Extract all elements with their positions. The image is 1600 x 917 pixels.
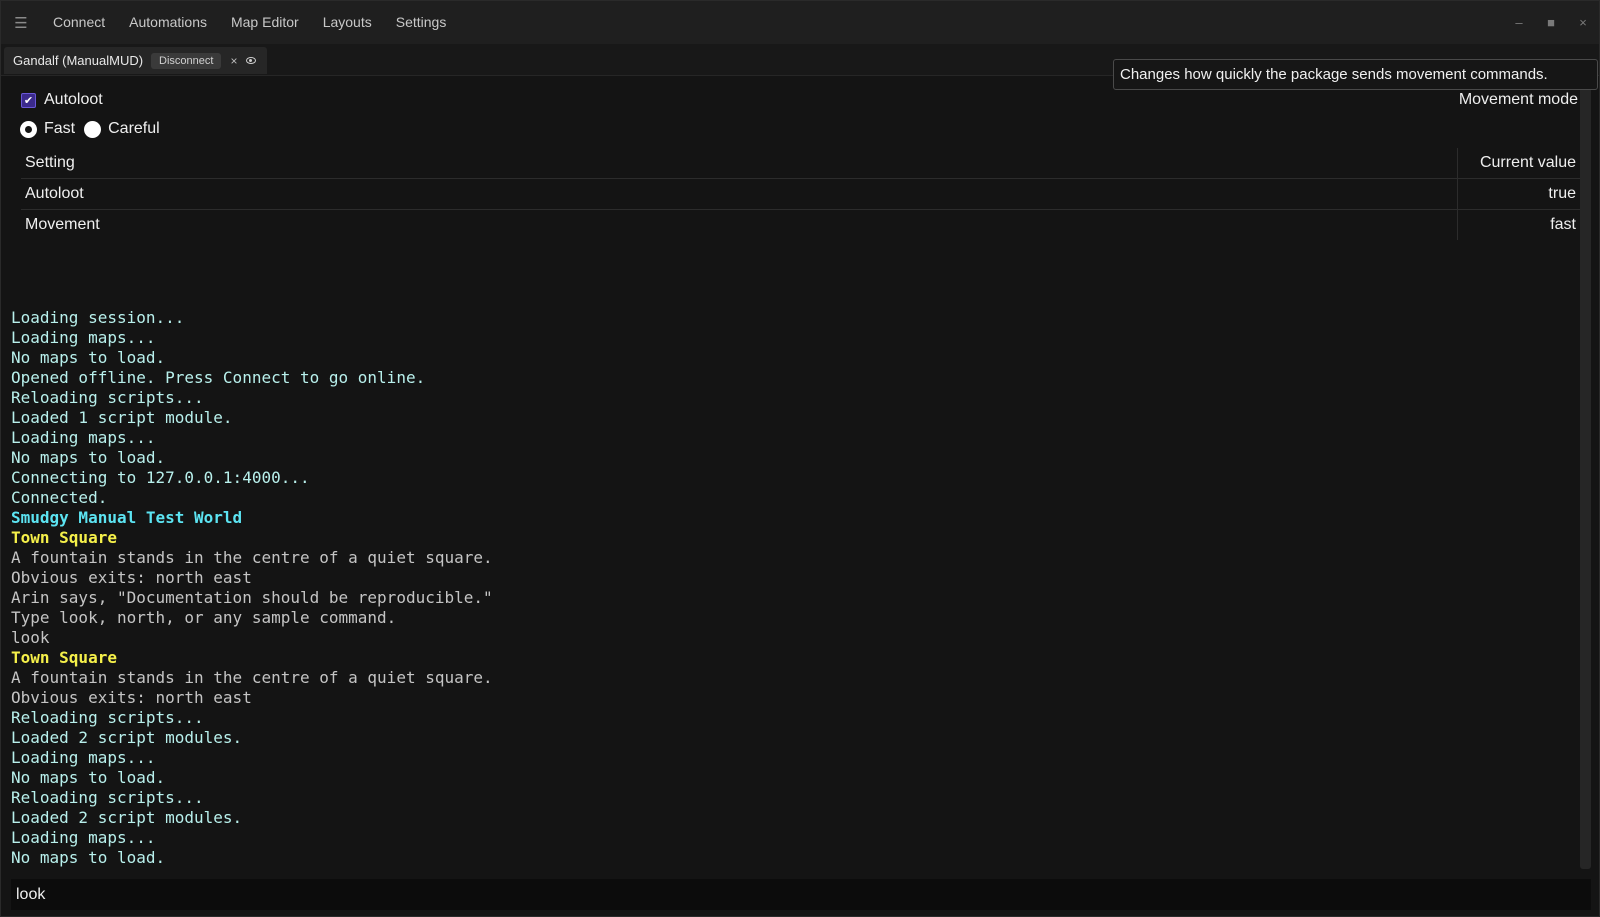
terminal-line: Obvious exits: north east bbox=[11, 688, 252, 707]
menu-item-map-editor[interactable]: Map Editor bbox=[219, 1, 311, 44]
minimize-icon[interactable]: – bbox=[1503, 1, 1535, 44]
fast-radio-label[interactable]: Fast bbox=[44, 120, 75, 138]
terminal-line: Reloading scripts... bbox=[11, 388, 204, 407]
terminal-line: A fountain stands in the centre of a qui… bbox=[11, 668, 493, 687]
app-window: ☰ Connect Automations Map Editor Layouts… bbox=[0, 0, 1600, 917]
terminal-line: Loaded 1 script module. bbox=[11, 408, 233, 427]
table-row: Movement fast bbox=[21, 210, 1580, 240]
terminal-line: Opened offline. Press Connect to go onli… bbox=[11, 368, 426, 387]
terminal-line: Loading maps... bbox=[11, 828, 156, 847]
session-tab[interactable]: Gandalf (ManualMUD) Disconnect × bbox=[4, 47, 267, 74]
careful-radio-label[interactable]: Careful bbox=[108, 120, 160, 138]
terminal-output[interactable]: Loading session... Loading maps... No maps… bbox=[11, 308, 1571, 868]
autoloot-checkbox-row[interactable]: ✔ Autoloot bbox=[21, 91, 103, 109]
terminal-line: Loading session... bbox=[11, 308, 185, 327]
close-window-icon[interactable]: × bbox=[1567, 1, 1599, 44]
terminal-line: No maps to load. bbox=[11, 448, 166, 467]
table-cell-value: true bbox=[1457, 179, 1580, 209]
movement-radio-group: Fast Careful bbox=[20, 120, 169, 138]
fast-radio[interactable] bbox=[20, 120, 37, 138]
terminal-line: No maps to load. bbox=[11, 768, 166, 787]
column-header-current-value: Current value bbox=[1457, 148, 1580, 178]
terminal-line: Loading maps... bbox=[11, 428, 156, 447]
package-settings-panel: ✔ Autoloot Movement mode Fast Careful Se… bbox=[1, 86, 1599, 286]
table-cell-setting: Movement bbox=[25, 216, 100, 233]
terminal-line: Type look, north, or any sample command. bbox=[11, 608, 397, 627]
menu-item-automations[interactable]: Automations bbox=[117, 1, 219, 44]
terminal-line: Loaded 2 script modules. bbox=[11, 728, 243, 747]
movement-mode-label: Movement mode bbox=[1458, 91, 1578, 108]
disconnect-button[interactable]: Disconnect bbox=[151, 52, 222, 69]
tooltip: Changes how quickly the package sends mo… bbox=[1113, 59, 1598, 90]
table-row: Autoloot true bbox=[21, 179, 1580, 210]
terminal-line: Arin says, "Documentation should be repr… bbox=[11, 588, 493, 607]
window-controls: – ■ × bbox=[1503, 1, 1599, 44]
table-cell-setting: Autoloot bbox=[25, 185, 84, 202]
title-bar: ☰ Connect Automations Map Editor Layouts… bbox=[1, 1, 1599, 44]
eye-icon[interactable] bbox=[246, 57, 257, 64]
autoloot-checkbox[interactable]: ✔ bbox=[21, 92, 36, 108]
menu-item-connect[interactable]: Connect bbox=[41, 1, 117, 44]
hamburger-icon[interactable]: ☰ bbox=[1, 1, 41, 44]
maximize-icon[interactable]: ■ bbox=[1535, 1, 1567, 44]
terminal-line: A fountain stands in the centre of a qui… bbox=[11, 548, 493, 567]
session-tab-title: Gandalf (ManualMUD) bbox=[13, 53, 144, 68]
terminal-line: No maps to load. bbox=[11, 848, 166, 867]
terminal-line: Reloading scripts... bbox=[11, 708, 204, 727]
terminal-line: Connecting to 127.0.0.1:4000... bbox=[11, 468, 310, 487]
terminal-line: Town Square bbox=[11, 648, 117, 667]
terminal-line: No maps to load. bbox=[11, 348, 166, 367]
terminal-line: Loading maps... bbox=[11, 328, 156, 347]
terminal-scrollbar[interactable] bbox=[1580, 78, 1591, 869]
table-header-row: Setting Current value bbox=[21, 148, 1580, 179]
menu-item-settings[interactable]: Settings bbox=[384, 1, 459, 44]
terminal-line: Connected. bbox=[11, 488, 108, 507]
menu-item-layouts[interactable]: Layouts bbox=[311, 1, 384, 44]
column-header-setting: Setting bbox=[25, 154, 75, 171]
terminal-line: Loading maps... bbox=[11, 748, 156, 767]
terminal-line: Reloading scripts... bbox=[11, 788, 204, 807]
terminal-line: Town Square bbox=[11, 528, 117, 547]
table-cell-value: fast bbox=[1457, 210, 1580, 240]
terminal-line: Obvious exits: north east bbox=[11, 568, 252, 587]
settings-table: Setting Current value Autoloot true Move… bbox=[21, 148, 1580, 240]
close-tab-icon[interactable]: × bbox=[230, 54, 237, 68]
careful-radio[interactable] bbox=[84, 120, 102, 138]
terminal-line: look bbox=[11, 628, 50, 647]
terminal-line: Smudgy Manual Test World bbox=[11, 508, 243, 527]
command-input[interactable]: look bbox=[11, 879, 1591, 910]
autoloot-label: Autoloot bbox=[44, 91, 103, 108]
terminal-line: Loaded 2 script modules. bbox=[11, 808, 243, 827]
